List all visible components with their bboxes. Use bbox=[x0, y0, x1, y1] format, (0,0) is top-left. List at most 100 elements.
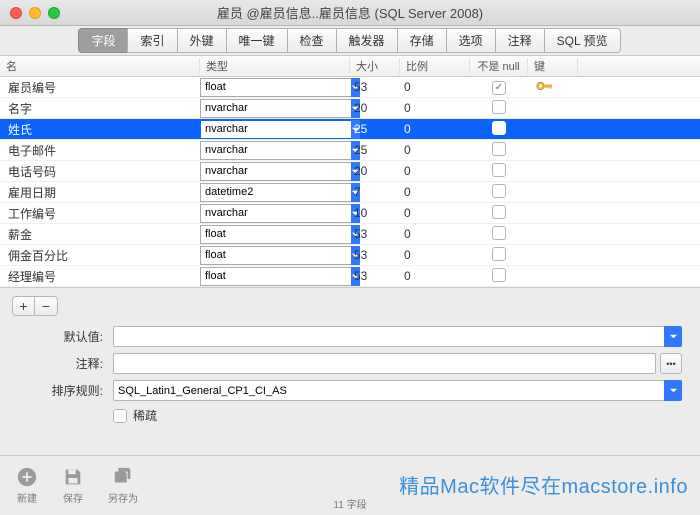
save-button[interactable]: 保存 bbox=[62, 466, 84, 505]
field-size[interactable]: 25 bbox=[350, 143, 400, 157]
window-title: 雇员 @雇员信息..雇员信息 (SQL Server 2008) bbox=[10, 3, 690, 22]
field-name[interactable]: 姓氏 bbox=[0, 121, 200, 138]
field-size[interactable]: 53 bbox=[350, 227, 400, 241]
saveas-button[interactable]: 另存为 bbox=[108, 466, 138, 505]
tab-8[interactable]: 注释 bbox=[495, 28, 545, 53]
field-scale[interactable]: 0 bbox=[400, 248, 470, 262]
col-name[interactable]: 名 bbox=[0, 58, 200, 74]
field-size[interactable]: 20 bbox=[350, 101, 400, 115]
col-type[interactable]: 类型 bbox=[200, 58, 350, 74]
collation-dropdown-icon[interactable] bbox=[664, 380, 682, 401]
default-label: 默认值: bbox=[18, 328, 113, 345]
type-input[interactable] bbox=[200, 267, 351, 286]
notnull-checkbox[interactable] bbox=[492, 184, 506, 198]
comment-more-button[interactable]: ••• bbox=[660, 353, 682, 374]
table-row[interactable]: 薪金 530 bbox=[0, 224, 700, 245]
field-scale[interactable]: 0 bbox=[400, 206, 470, 220]
tab-0[interactable]: 字段 bbox=[78, 28, 128, 53]
type-input[interactable] bbox=[200, 78, 351, 97]
table-row[interactable]: 经理编号 530 bbox=[0, 266, 700, 287]
field-name[interactable]: 经理编号 bbox=[0, 268, 200, 285]
comment-input[interactable] bbox=[113, 353, 656, 374]
titlebar: 雇员 @雇员信息..雇员信息 (SQL Server 2008) bbox=[0, 0, 700, 26]
field-name[interactable]: 工作编号 bbox=[0, 205, 200, 222]
table-row[interactable]: 佣金百分比 530 bbox=[0, 245, 700, 266]
notnull-checkbox[interactable] bbox=[492, 268, 506, 282]
tab-6[interactable]: 存储 bbox=[397, 28, 447, 53]
col-notnull[interactable]: 不是 null bbox=[470, 58, 528, 74]
table-row[interactable]: 姓氏 250 bbox=[0, 119, 700, 140]
field-scale[interactable]: 0 bbox=[400, 269, 470, 283]
col-key[interactable]: 键 bbox=[528, 58, 578, 74]
add-field-button[interactable]: + bbox=[13, 297, 35, 315]
field-size[interactable]: 20 bbox=[350, 164, 400, 178]
field-scale[interactable]: 0 bbox=[400, 80, 470, 94]
tab-1[interactable]: 索引 bbox=[127, 28, 177, 53]
type-input[interactable] bbox=[200, 246, 351, 265]
field-size[interactable]: 10 bbox=[350, 206, 400, 220]
bottom-toolbar: 新建 保存 另存为 11 字段 精品Mac软件尽在macstore.info bbox=[0, 455, 700, 515]
field-name[interactable]: 电话号码 bbox=[0, 163, 200, 180]
fields-table: 名 类型 大小 比例 不是 null 键 雇员编号530名字200姓氏250电子… bbox=[0, 56, 700, 288]
watermark-text: 精品Mac软件尽在macstore.info bbox=[399, 470, 688, 499]
tab-2[interactable]: 外键 bbox=[177, 28, 227, 53]
notnull-checkbox[interactable] bbox=[492, 247, 506, 261]
type-input[interactable] bbox=[200, 162, 351, 181]
table-row[interactable]: 雇员编号 530 bbox=[0, 77, 700, 98]
col-size[interactable]: 大小 bbox=[350, 58, 400, 74]
sparse-checkbox[interactable] bbox=[113, 409, 127, 423]
key-cell[interactable] bbox=[528, 80, 578, 95]
type-input[interactable] bbox=[200, 204, 351, 223]
field-name[interactable]: 雇员编号 bbox=[0, 79, 200, 96]
notnull-checkbox[interactable] bbox=[492, 81, 506, 95]
table-row[interactable]: 电话号码 200 bbox=[0, 161, 700, 182]
collation-input[interactable] bbox=[113, 380, 666, 401]
field-name[interactable]: 雇用日期 bbox=[0, 184, 200, 201]
default-input[interactable] bbox=[113, 326, 666, 347]
table-row[interactable]: 工作编号 100 bbox=[0, 203, 700, 224]
field-size[interactable]: 53 bbox=[350, 269, 400, 283]
tab-bar: 字段索引外键唯一键检查触发器存储选项注释SQL 预览 bbox=[0, 26, 700, 56]
field-name[interactable]: 薪金 bbox=[0, 226, 200, 243]
table-row[interactable]: 电子邮件 250 bbox=[0, 140, 700, 161]
field-scale[interactable]: 0 bbox=[400, 101, 470, 115]
field-name[interactable]: 佣金百分比 bbox=[0, 247, 200, 264]
field-scale[interactable]: 0 bbox=[400, 143, 470, 157]
table-row[interactable]: 雇用日期 70 bbox=[0, 182, 700, 203]
col-scale[interactable]: 比例 bbox=[400, 58, 470, 74]
default-dropdown-icon[interactable] bbox=[664, 326, 682, 347]
field-scale[interactable]: 0 bbox=[400, 122, 470, 136]
remove-field-button[interactable]: − bbox=[35, 297, 57, 315]
notnull-checkbox[interactable] bbox=[492, 163, 506, 177]
field-name[interactable]: 名字 bbox=[0, 100, 200, 117]
notnull-checkbox[interactable] bbox=[492, 205, 506, 219]
type-input[interactable] bbox=[200, 120, 351, 139]
type-input[interactable] bbox=[200, 99, 351, 118]
tab-9[interactable]: SQL 预览 bbox=[544, 28, 621, 53]
field-size[interactable]: 7 bbox=[350, 185, 400, 199]
status-text: 11 字段 bbox=[333, 496, 366, 511]
field-size[interactable]: 53 bbox=[350, 248, 400, 262]
field-properties-form: 默认值: 注释: ••• 排序规则: 稀疏 bbox=[0, 324, 700, 440]
type-input[interactable] bbox=[200, 225, 351, 244]
tab-5[interactable]: 触发器 bbox=[336, 28, 398, 53]
type-input[interactable] bbox=[200, 183, 351, 202]
new-button[interactable]: 新建 bbox=[16, 466, 38, 505]
tab-3[interactable]: 唯一键 bbox=[226, 28, 288, 53]
collation-label: 排序规则: bbox=[18, 382, 113, 399]
saveas-icon bbox=[112, 466, 134, 488]
tab-4[interactable]: 检查 bbox=[287, 28, 337, 53]
field-size[interactable]: 25 bbox=[350, 122, 400, 136]
field-scale[interactable]: 0 bbox=[400, 185, 470, 199]
notnull-checkbox[interactable] bbox=[492, 142, 506, 156]
notnull-checkbox[interactable] bbox=[492, 100, 506, 114]
notnull-checkbox[interactable] bbox=[492, 226, 506, 240]
table-row[interactable]: 名字 200 bbox=[0, 98, 700, 119]
type-input[interactable] bbox=[200, 141, 351, 160]
field-scale[interactable]: 0 bbox=[400, 227, 470, 241]
tab-7[interactable]: 选项 bbox=[446, 28, 496, 53]
notnull-checkbox[interactable] bbox=[492, 121, 506, 135]
field-scale[interactable]: 0 bbox=[400, 164, 470, 178]
field-size[interactable]: 53 bbox=[350, 80, 400, 94]
field-name[interactable]: 电子邮件 bbox=[0, 142, 200, 159]
